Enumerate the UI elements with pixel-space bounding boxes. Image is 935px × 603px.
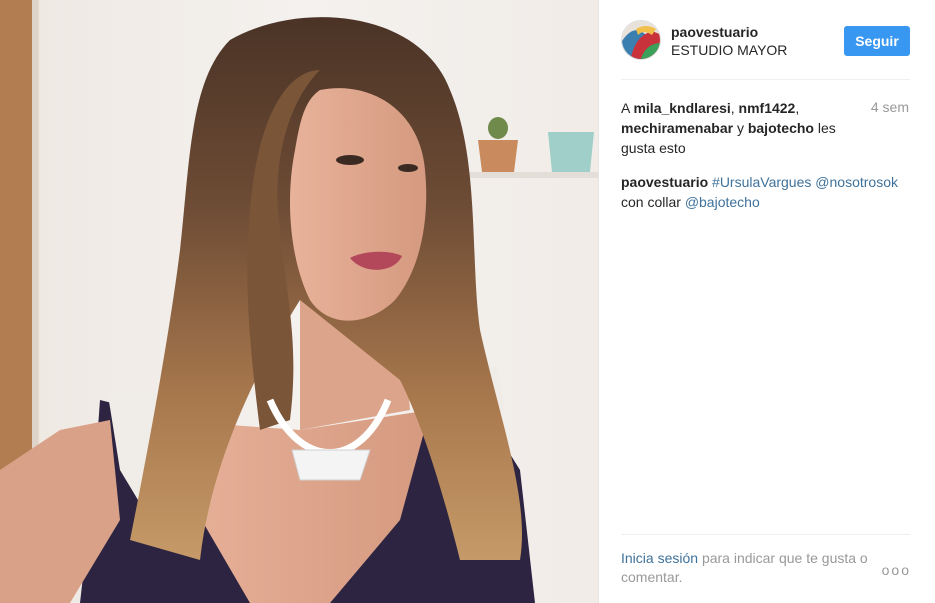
hashtag-link[interactable]: #UrsulaVargues [712, 174, 811, 190]
avatar-image [622, 21, 660, 59]
liker-link[interactable]: bajotecho [748, 120, 814, 136]
post-photo[interactable] [0, 0, 598, 603]
liker-link[interactable]: nmf1422 [739, 100, 796, 116]
caption-username[interactable]: paovestuario [621, 174, 708, 190]
mention-link[interactable]: @bajotecho [685, 194, 760, 210]
likes-conjunction: y [736, 120, 744, 136]
follow-button[interactable]: Seguir [844, 26, 910, 56]
mention-link[interactable]: @nosotrosok [815, 174, 898, 190]
location-link[interactable]: ESTUDIO MAYOR [671, 42, 787, 58]
divider [621, 534, 910, 535]
more-options-icon[interactable]: ooo [882, 562, 911, 578]
avatar[interactable] [621, 20, 661, 60]
likes-prefix: A [621, 100, 630, 116]
caption-text: con collar [621, 194, 681, 210]
post-sidebar: paovestuario ESTUDIO MAYOR Seguir A mila… [598, 0, 935, 603]
login-link[interactable]: Inicia sesión [621, 550, 698, 566]
post-timestamp[interactable]: 4 sem [871, 99, 909, 115]
likes-summary: A mila_kndlaresi, nmf1422, mechiramenaba… [621, 98, 851, 158]
liker-link[interactable]: mila_kndlaresi [633, 100, 730, 116]
divider [621, 79, 910, 80]
liker-link[interactable]: mechiramenabar [621, 120, 733, 136]
login-prompt: Inicia sesión para indicar que te gusta … [621, 549, 881, 587]
likes-separator: , [795, 100, 800, 116]
portrait-image [0, 0, 598, 603]
post-caption: paovestuario #UrsulaVargues @nosotrosok … [621, 172, 913, 212]
post-header: paovestuario ESTUDIO MAYOR Seguir [621, 20, 910, 64]
likes-separator: , [730, 100, 735, 116]
username-link[interactable]: paovestuario [671, 24, 758, 40]
